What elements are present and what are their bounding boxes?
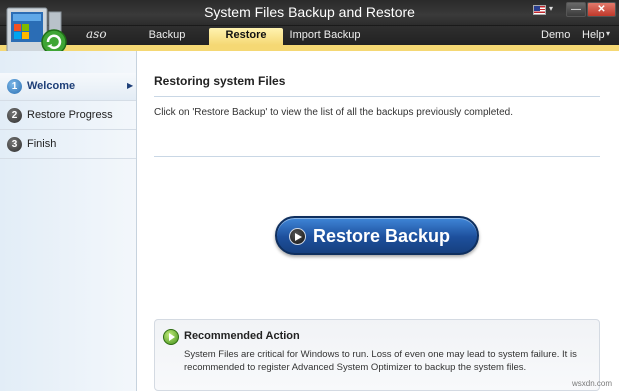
brand-label: aso — [86, 27, 107, 41]
sidebar-item-finish[interactable]: 3 Finish — [0, 131, 136, 159]
minimize-icon: — — [571, 4, 581, 15]
language-caret-icon[interactable]: ▾ — [549, 4, 553, 13]
sidebar-item-restore-progress[interactable]: 2 Restore Progress — [0, 102, 136, 130]
tab-backup[interactable]: Backup — [130, 28, 204, 45]
sidebar-item-label: Finish — [27, 138, 57, 150]
step-number-badge: 3 — [7, 137, 22, 152]
recommended-action-panel: Recommended Action System Files are crit… — [154, 319, 600, 391]
divider — [154, 96, 600, 97]
recommended-text-line: System Files are critical for Windows to… — [184, 349, 577, 360]
instruction-text: Click on 'Restore Backup' to view the li… — [154, 107, 513, 118]
window-title: System Files Backup and Restore — [204, 4, 415, 20]
play-icon — [289, 228, 306, 245]
help-caret-icon[interactable]: ▾ — [606, 29, 610, 38]
menu-bar: aso Backup Restore Import Backup Demo He… — [0, 26, 619, 45]
sidebar-item-label: Restore Progress — [27, 109, 113, 121]
help-link[interactable]: Help — [582, 28, 605, 43]
sidebar-item-label: Welcome — [27, 80, 76, 92]
close-icon: ✕ — [597, 4, 606, 15]
recommended-action-title: Recommended Action — [184, 330, 300, 342]
main-panel: Restoring system Files Click on 'Restore… — [138, 51, 619, 391]
page-title: Restoring system Files — [154, 74, 286, 88]
title-bar: System Files Backup and Restore ▾ — ✕ — [0, 0, 619, 26]
close-button[interactable]: ✕ — [587, 2, 616, 17]
tab-restore[interactable]: Restore — [209, 28, 283, 45]
recommended-text-line: recommended to register Advanced System … — [184, 362, 527, 373]
demo-link[interactable]: Demo — [541, 28, 570, 43]
step-number-badge: 1 — [7, 79, 22, 94]
watermark: wsxdn.com — [572, 379, 613, 388]
sidebar: 1 Welcome ▶ 2 Restore Progress 3 Finish — [0, 51, 137, 391]
us-flag-icon[interactable] — [533, 5, 546, 15]
minimize-button[interactable]: — — [566, 2, 586, 17]
recommend-arrow-icon — [163, 329, 179, 345]
restore-backup-label: Restore Backup — [313, 226, 451, 246]
divider — [154, 156, 600, 157]
tab-import-backup[interactable]: Import Backup — [285, 28, 365, 45]
sidebar-item-welcome[interactable]: 1 Welcome ▶ — [0, 73, 136, 101]
chevron-right-icon: ▶ — [127, 81, 134, 90]
step-number-badge: 2 — [7, 108, 22, 123]
restore-backup-button[interactable]: Restore Backup — [275, 216, 479, 255]
